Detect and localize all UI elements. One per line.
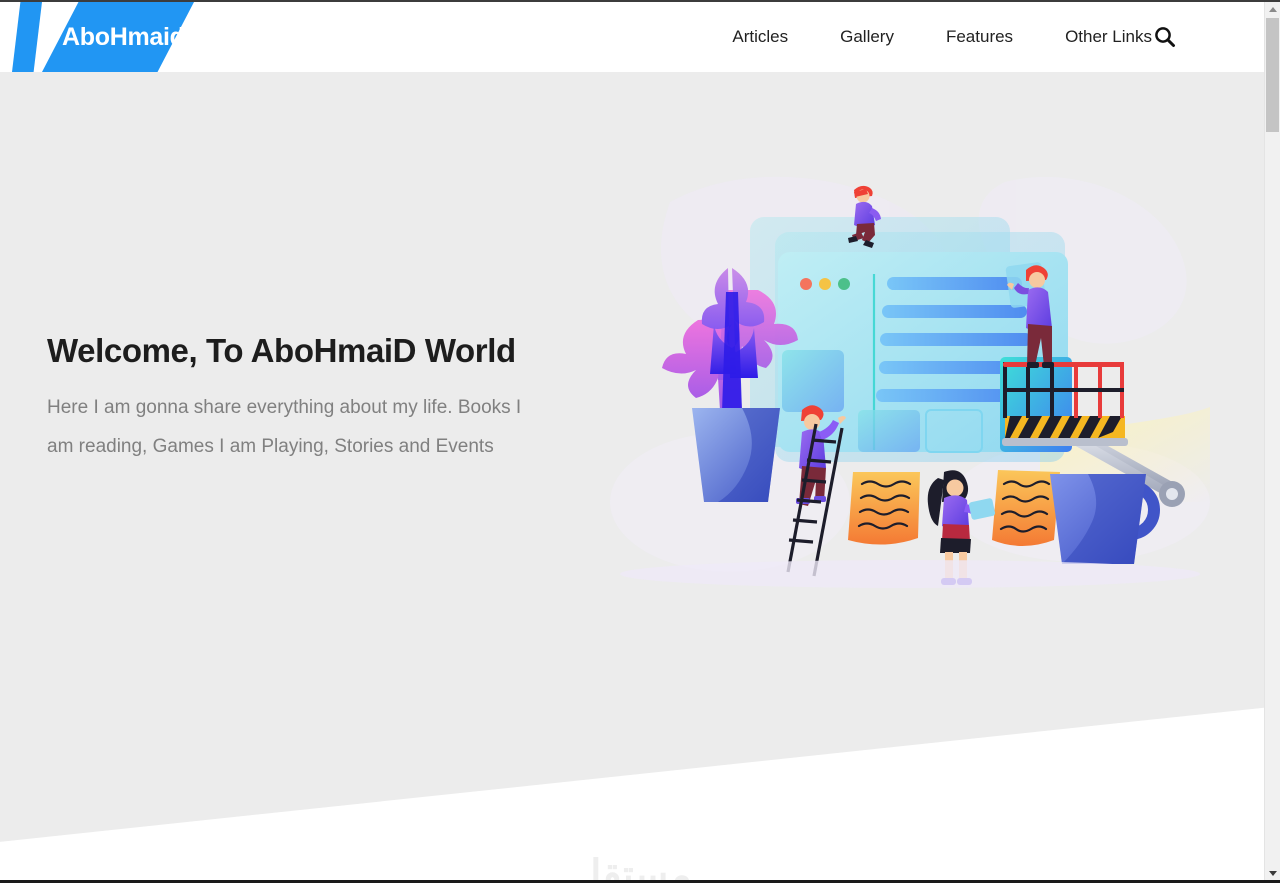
scrollbar-thumb[interactable] <box>1266 18 1279 132</box>
site-header: AboHmaid Articles Gallery Features Other… <box>0 2 1264 72</box>
logo-text: AboHmaid <box>62 23 185 51</box>
ground-shadow <box>620 560 1200 588</box>
hero-title: Welcome, To AboHmaiD World <box>47 332 516 369</box>
sticky-note-right <box>992 470 1060 546</box>
thumbnail-tile-1 <box>782 350 844 412</box>
scrollbar-down-arrow[interactable] <box>1265 865 1280 880</box>
site-logo[interactable]: AboHmaid <box>0 2 200 72</box>
hero-copy: Welcome, To AboHmaiD World Here I am gon… <box>47 330 567 466</box>
nav-link-gallery[interactable]: Gallery <box>814 2 920 72</box>
search-button[interactable] <box>1152 24 1178 50</box>
watermark-arabic-text: مستقل <box>572 853 692 880</box>
page-viewport: AboHmaid Articles Gallery Features Other… <box>0 2 1264 880</box>
scrollbar-up-arrow[interactable] <box>1265 2 1280 17</box>
sticky-note-left <box>848 472 920 545</box>
hero-subtitle: Here I am gonna share everything about m… <box>47 397 522 457</box>
logo-accent-bar <box>12 2 42 72</box>
nav-link-articles[interactable]: Articles <box>706 2 814 72</box>
illustration-svg <box>610 176 1210 588</box>
traffic-light-red <box>800 278 812 290</box>
browser-window: AboHmaid Articles Gallery Features Other… <box>0 0 1280 883</box>
thumbnail-tile-2 <box>858 410 920 452</box>
mostaql-watermark: مستقل mostaql.com <box>542 852 722 880</box>
search-icon <box>1155 27 1175 47</box>
hero-section: Welcome, To AboHmaiD World Here I am gon… <box>0 72 1264 880</box>
main-navigation: Articles Gallery Features Other Links <box>706 2 1178 72</box>
scrollbar-track[interactable] <box>1265 17 1280 865</box>
traffic-light-yellow <box>819 278 831 290</box>
vertical-scrollbar[interactable] <box>1264 2 1280 880</box>
triangle-up-icon <box>1268 6 1277 12</box>
triangle-down-icon <box>1268 870 1277 876</box>
website-building-illustration <box>610 172 1210 592</box>
nav-link-features[interactable]: Features <box>920 2 1039 72</box>
traffic-light-green <box>838 278 850 290</box>
